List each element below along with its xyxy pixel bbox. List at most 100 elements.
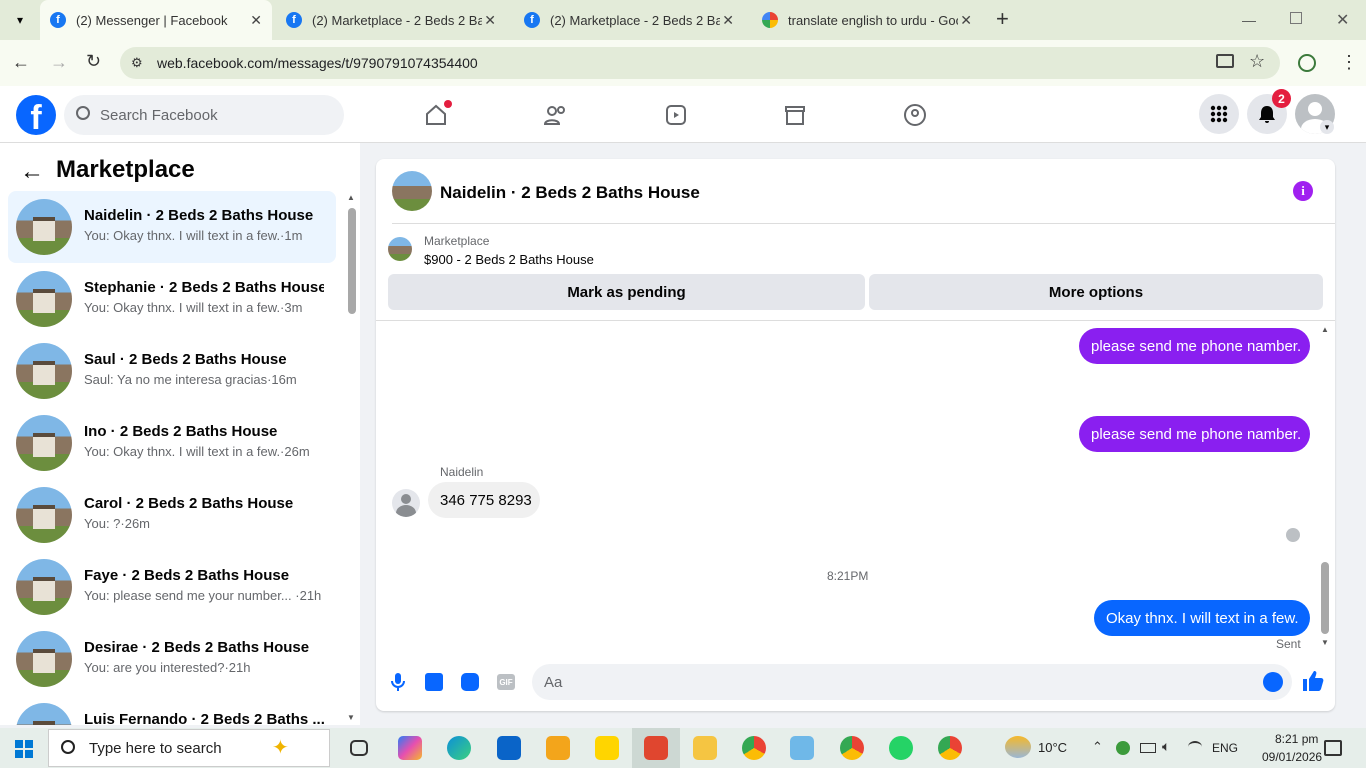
copilot-icon[interactable] (398, 736, 422, 760)
outgoing-message[interactable]: Okay thnx. I will text in a few. (1094, 600, 1310, 636)
gif-button[interactable]: GIF (497, 674, 515, 690)
message-status: Sent (1276, 637, 1301, 651)
task-view-icon[interactable] (350, 740, 368, 756)
account-chevron-icon[interactable]: ▾ (1320, 120, 1334, 134)
close-tab-icon[interactable]: ✕ (722, 12, 734, 29)
url-input[interactable]: web.facebook.com/messages/t/979079107435… (120, 47, 1280, 79)
new-tab-button[interactable]: + (996, 6, 1009, 32)
conversation-item[interactable]: Ino · 2 Beds 2 Baths House You: Okay thn… (8, 407, 336, 479)
bell-icon (1259, 106, 1275, 123)
back-icon[interactable]: ← (12, 52, 30, 73)
conversation-item[interactable]: Saul · 2 Beds 2 Baths House Saul: Ya no … (8, 335, 336, 407)
sidebar-title: Marketplace (56, 156, 195, 183)
tray-app-icon[interactable] (1116, 741, 1130, 755)
conversation-item[interactable]: Faye · 2 Beds 2 Baths House You: please … (8, 551, 336, 623)
notepad-icon[interactable] (790, 736, 814, 760)
nav-groups-icon[interactable] (897, 98, 933, 132)
forward-icon[interactable]: → (50, 52, 68, 73)
listing-title[interactable]: $900 - 2 Beds 2 Baths House (424, 252, 594, 267)
like-thumb-icon[interactable] (1302, 670, 1324, 697)
chrome-menu-icon[interactable]: ⋮ (1340, 52, 1358, 73)
chat-scrollbar[interactable] (1321, 330, 1329, 640)
sidebar-scrollbar[interactable] (348, 196, 356, 716)
conversation-item[interactable]: Naidelin · 2 Beds 2 Baths House You: Oka… (8, 191, 336, 263)
battery-icon[interactable] (1140, 743, 1156, 753)
conversation-item[interactable]: Stephanie · 2 Beds 2 Baths House You: Ok… (8, 263, 336, 335)
tab-search-dropdown[interactable]: ▾ (8, 8, 32, 32)
restore-icon[interactable] (1290, 12, 1302, 24)
nav-marketplace-icon[interactable] (777, 98, 813, 132)
reload-icon[interactable]: ↻ (86, 51, 101, 72)
sticker-icon[interactable] (461, 673, 479, 691)
close-window-icon[interactable]: ✕ (1336, 10, 1349, 30)
more-options-button[interactable]: More options (869, 274, 1323, 310)
listing-thumbnail (16, 343, 72, 399)
chrome-icon[interactable] (938, 736, 962, 760)
menu-grid-button[interactable] (1199, 94, 1239, 134)
listing-label: Marketplace (424, 234, 490, 248)
tab-marketplace-2[interactable]: f (2) Marketplace - 2 Beds 2 Bath ✕ (514, 0, 744, 40)
site-info-icon[interactable]: ⚙ (131, 55, 143, 71)
clock-date[interactable]: 09/01/2026 (1262, 750, 1322, 764)
bookmark-star-icon[interactable]: ☆ (1249, 51, 1265, 72)
sidebar-scroll-up-icon[interactable]: ▲ (347, 193, 355, 202)
close-tab-icon[interactable]: ✕ (484, 12, 496, 29)
tab-messenger[interactable]: f (2) Messenger | Facebook ✕ (40, 0, 272, 40)
minimize-icon[interactable]: — (1242, 12, 1256, 28)
nav-video-icon[interactable] (658, 98, 694, 132)
clock-time[interactable]: 8:21 pm (1275, 732, 1318, 746)
language-indicator[interactable]: ENG (1212, 741, 1238, 755)
home-dot-badge (444, 100, 452, 108)
conversation-item[interactable]: Desirae · 2 Beds 2 Baths House You: are … (8, 623, 336, 695)
outgoing-message[interactable]: please send me phone namber. (1079, 328, 1310, 364)
weather-icon[interactable] (1005, 736, 1031, 758)
facebook-search-input[interactable]: Search Facebook (64, 95, 344, 135)
tray-chevron-icon[interactable]: ⌃ (1092, 739, 1103, 755)
emoji-icon[interactable] (1263, 672, 1283, 692)
sticky-notes-icon[interactable] (595, 736, 619, 760)
sidebar-scroll-down-icon[interactable]: ▼ (347, 713, 355, 722)
windows-start-icon[interactable] (15, 740, 33, 758)
conversation-item[interactable]: Luis Fernando · 2 Beds 2 Baths ... (8, 695, 336, 725)
tab-marketplace-1[interactable]: f (2) Marketplace - 2 Beds 2 Bath ✕ (276, 0, 506, 40)
chat-title[interactable]: Naidelin · 2 Beds 2 Baths House (440, 183, 700, 203)
info-icon[interactable]: i (1293, 181, 1313, 201)
microphone-icon[interactable] (390, 672, 406, 697)
listing-thumbnail (16, 415, 72, 471)
chrome-icon[interactable] (742, 736, 766, 760)
install-app-icon[interactable] (1216, 54, 1234, 68)
listing-thumbnail (16, 631, 72, 687)
outgoing-message[interactable]: please send me phone namber. (1079, 416, 1310, 452)
edge-icon[interactable] (447, 736, 471, 760)
close-tab-icon[interactable]: ✕ (250, 12, 262, 29)
close-tab-icon[interactable]: ✕ (960, 12, 972, 29)
tab-google-translate[interactable]: translate english to urdu - Goog ✕ (752, 0, 982, 40)
notification-count-badge: 2 (1272, 89, 1291, 108)
facebook-logo[interactable]: f (16, 95, 56, 135)
search-icon (76, 106, 90, 120)
chrome-icon[interactable] (840, 736, 864, 760)
weather-temperature[interactable]: 10°C (1038, 740, 1067, 755)
incoming-message[interactable]: 346 775 8293 (428, 482, 540, 518)
photo-icon[interactable] (425, 673, 443, 691)
file-explorer-icon[interactable] (693, 736, 717, 760)
notification-center-icon[interactable] (1324, 740, 1342, 756)
outlook-icon[interactable] (497, 736, 521, 760)
whatsapp-icon[interactable] (889, 736, 913, 760)
chat-scroll-up-icon[interactable]: ▲ (1321, 325, 1329, 334)
sender-avatar[interactable] (392, 489, 420, 517)
store-icon[interactable] (546, 736, 570, 760)
mark-as-pending-button[interactable]: Mark as pending (388, 274, 865, 310)
listing-thumbnail (16, 559, 72, 615)
chat-scroll-down-icon[interactable]: ▼ (1321, 638, 1329, 647)
chat-header-thumbnail[interactable] (392, 171, 432, 211)
snipping-tool-icon[interactable] (644, 736, 668, 760)
conversation-item[interactable]: Carol · 2 Beds 2 Baths House You: ?·26m (8, 479, 336, 551)
message-input[interactable]: Aa (532, 664, 1292, 700)
facebook-favicon-icon: f (50, 12, 66, 28)
profile-icon[interactable] (1298, 54, 1316, 72)
back-arrow-icon[interactable]: ← (20, 158, 44, 186)
network-icon[interactable] (1188, 741, 1202, 753)
nav-friends-icon[interactable] (538, 98, 574, 132)
volume-icon[interactable]: 🔈︎ (1162, 738, 1170, 755)
